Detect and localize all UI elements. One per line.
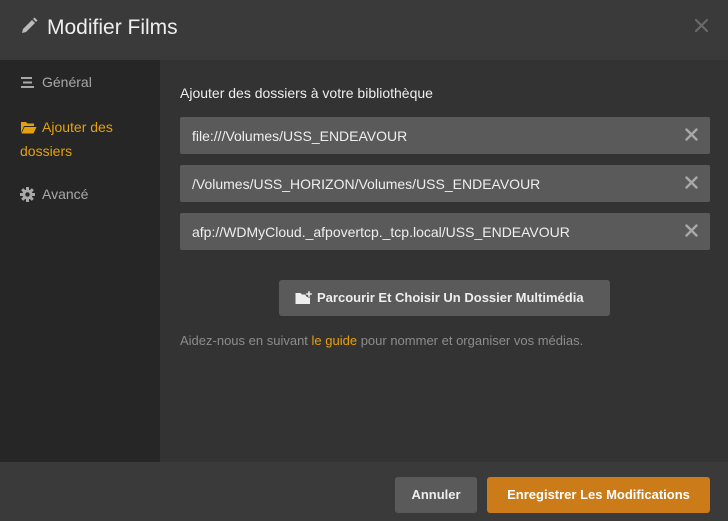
browse-folder-label: Parcourir Et Choisir Un Dossier Multiméd… (317, 290, 584, 305)
folder-path-text: afp://WDMyCloud._afpovertcp._tcp.local/U… (192, 224, 570, 240)
main-panel: Ajouter des dossiers à votre bibliothèqu… (160, 60, 728, 462)
browse-folder-button[interactable]: Parcourir Et Choisir Un Dossier Multiméd… (279, 280, 610, 316)
edit-library-dialog: Modifier Films Général Ajouter des dossi… (0, 0, 728, 521)
list-icon (21, 77, 34, 88)
pencil-icon (22, 17, 38, 33)
gear-icon (20, 187, 35, 202)
remove-folder-icon[interactable] (685, 224, 698, 237)
sidebar-item-label: Ajouter des dossiers (20, 119, 113, 159)
folder-path-text: file:///Volumes/USS_ENDEAVOUR (192, 128, 408, 144)
folder-path-text: /Volumes/USS_HORIZON/Volumes/USS_ENDEAVO… (192, 176, 541, 192)
help-text-suffix: pour nommer et organiser vos médias. (357, 333, 584, 348)
cancel-button[interactable]: Annuler (395, 477, 477, 513)
folder-row: afp://WDMyCloud._afpovertcp._tcp.local/U… (180, 213, 710, 250)
sidebar: Général Ajouter des dossiers Avancé (0, 60, 160, 462)
save-button[interactable]: Enregistrer Les Modifications (487, 477, 710, 513)
help-text-prefix: Aidez-nous en suivant (180, 333, 312, 348)
sidebar-item-label: Avancé (42, 186, 89, 202)
guide-link[interactable]: le guide (312, 333, 358, 348)
close-icon[interactable] (695, 19, 708, 32)
help-text: Aidez-nous en suivant le guide pour nomm… (180, 332, 583, 350)
folder-plus-icon (295, 290, 313, 304)
dialog-header: Modifier Films (0, 0, 728, 60)
remove-folder-icon[interactable] (685, 176, 698, 189)
dialog-footer: Annuler Enregistrer Les Modifications (0, 462, 728, 521)
section-title: Ajouter des dossiers à votre bibliothèqu… (180, 85, 433, 101)
sidebar-item-advanced[interactable]: Avancé (0, 182, 160, 206)
sidebar-item-label: Général (42, 74, 92, 90)
dialog-title: Modifier Films (47, 16, 178, 39)
sidebar-item-add-folders[interactable]: Ajouter des dossiers (0, 115, 160, 163)
sidebar-item-general[interactable]: Général (0, 70, 160, 94)
folder-row: file:///Volumes/USS_ENDEAVOUR (180, 117, 710, 154)
folder-row: /Volumes/USS_HORIZON/Volumes/USS_ENDEAVO… (180, 165, 710, 202)
remove-folder-icon[interactable] (685, 128, 698, 141)
